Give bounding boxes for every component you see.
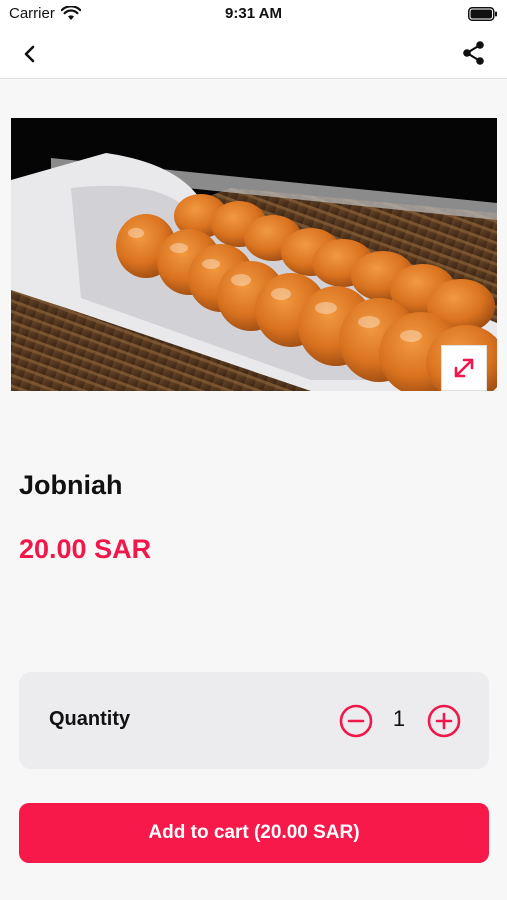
pastry-photo [11, 118, 497, 391]
quantity-label: Quantity [49, 708, 131, 730]
battery-icon [468, 7, 498, 25]
product-image[interactable] [11, 118, 497, 391]
share-icon[interactable] [459, 38, 489, 68]
product-name: Jobniah [19, 470, 123, 500]
minus-circle-icon[interactable] [339, 704, 373, 738]
quantity-value: 1 [392, 706, 406, 731]
add-to-cart-button[interactable]: Add to cart (20.00 SAR) [19, 803, 489, 863]
expand-icon[interactable] [441, 345, 487, 391]
status-time: 9:31 AM [225, 5, 282, 22]
chevron-left-icon[interactable] [16, 40, 44, 68]
quantity-card: Quantity 1 [19, 672, 489, 769]
product-price: 20.00 SAR [19, 534, 152, 564]
navigation-bar [0, 28, 507, 79]
plus-circle-icon[interactable] [427, 704, 461, 738]
status-bar: Carrier 9:31 AM [0, 0, 507, 28]
